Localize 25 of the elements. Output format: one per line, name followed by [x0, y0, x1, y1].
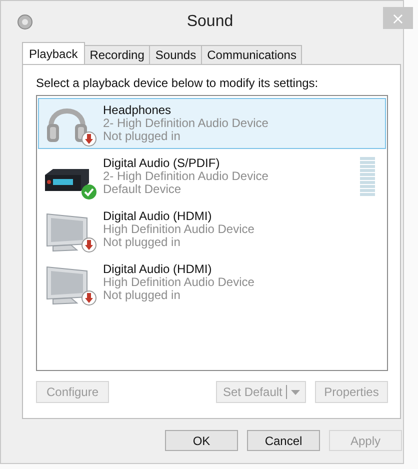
device-driver: 2- High Definition Audio Device — [103, 170, 270, 183]
device-row[interactable]: Headphones 2- High Definition Audio Device Not plugged in — [38, 98, 386, 149]
device-status: Not plugged in — [103, 236, 182, 249]
device-row[interactable]: Digital Audio (S/PDIF) 2- High Definition Audio Device Default Device — [38, 151, 386, 202]
device-status: Not plugged in — [103, 130, 182, 143]
device-driver: 2- High Definition Audio Device — [103, 117, 270, 130]
tab[interactable]: Sounds — [149, 45, 202, 64]
window-title: Sound — [186, 13, 234, 31]
device-name: Digital Audio (HDMI) — [103, 263, 213, 276]
tab[interactable]: Playback — [22, 42, 85, 64]
caret-icon — [291, 390, 300, 394]
device-name: Digital Audio (HDMI) — [103, 210, 213, 223]
device-row[interactable]: Digital Audio (HDMI) High Definition Audio Device Not plugged in — [38, 257, 386, 308]
device-status: Default Device — [103, 183, 182, 196]
device-row[interactable]: Digital Audio (HDMI) High Definition Audio Device Not plugged in — [38, 204, 386, 255]
button[interactable]: OK — [165, 430, 238, 451]
device-name: Headphones — [103, 104, 172, 117]
tab[interactable]: Communications — [201, 45, 302, 64]
device-driver: High Definition Audio Device — [103, 223, 256, 236]
device-name: Digital Audio (S/PDIF) — [103, 157, 221, 170]
device-status: Not plugged in — [103, 289, 182, 302]
tab[interactable]: Recording — [84, 45, 150, 64]
device-driver: High Definition Audio Device — [103, 276, 256, 289]
instruction-text: Select a playback device below to modify its settings: — [36, 76, 320, 92]
button[interactable]: Cancel — [247, 430, 320, 451]
